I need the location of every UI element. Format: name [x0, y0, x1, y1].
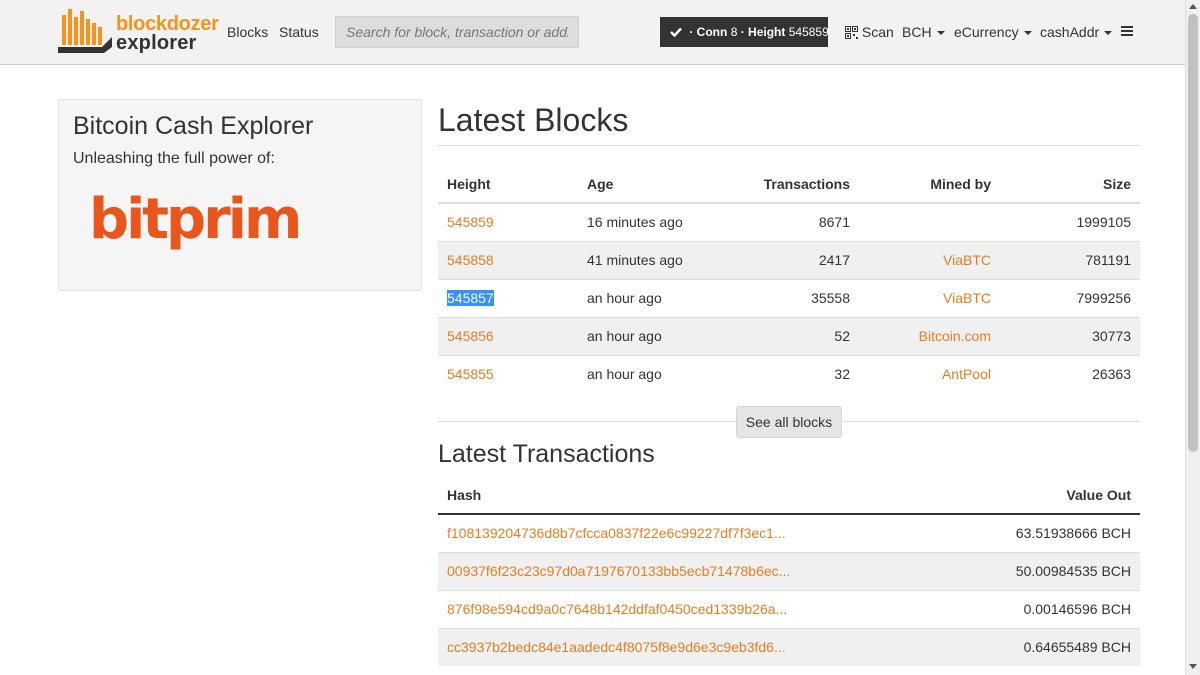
bitprim-logo-text: bitprim	[89, 188, 299, 252]
tx-hash-link[interactable]: 876f98e594cd9a0c7648b142ddfaf0450ced1339…	[447, 601, 787, 617]
block-tx-count: 35558	[811, 290, 850, 306]
block-size: 7999256	[1076, 290, 1131, 306]
table-row: f108139204736d8b7cfcca0837f22e6c99227df7…	[438, 514, 1140, 552]
block-size: 30773	[1092, 328, 1131, 344]
table-row: 545858 41 minutes ago 2417 ViaBTC 781191	[438, 241, 1140, 279]
table-row: 00937f6f23c23c97d0a7197670133bb5ecb71478…	[438, 552, 1140, 590]
bitprim-logo[interactable]: bitprim	[89, 188, 299, 256]
nav-status-link[interactable]: Status	[279, 24, 319, 40]
block-tx-count: 2417	[818, 252, 850, 268]
check-icon	[670, 27, 682, 38]
col-height: Height	[447, 175, 491, 192]
tx-hash-link[interactable]: cc3937b2bedc84e1aadedc4f8075f8e9d6e3c9eb…	[447, 639, 786, 655]
latest-blocks-heading: Latest Blocks	[438, 102, 629, 138]
blockdozer-logo[interactable]: blockdozer explorer	[58, 7, 219, 55]
see-all-blocks-button[interactable]: See all blocks	[736, 406, 842, 438]
tx-value-out: 63.51938666 BCH	[1015, 525, 1131, 542]
table-row: 876f98e594cd9a0c7648b142ddfaf0450ced1339…	[438, 590, 1140, 628]
tx-hash-link[interactable]: f108139204736d8b7cfcca0837f22e6c99227df7…	[447, 525, 786, 541]
block-age: an hour ago	[587, 328, 662, 344]
currency-dropdown[interactable]: eCurrency	[954, 24, 1032, 40]
menu-icon[interactable]	[1121, 26, 1133, 38]
coin-label: BCH	[902, 24, 932, 40]
connection-status-badge: · Conn 8 · Height 545859	[660, 17, 829, 47]
block-height-link[interactable]: 545858	[447, 252, 494, 268]
address-format-dropdown[interactable]: cashAddr	[1040, 24, 1113, 40]
table-row: 545857 an hour ago 35558 ViaBTC 7999256	[438, 279, 1140, 317]
height-label: · Height	[740, 25, 786, 39]
tx-value-out: 0.00146596 BCH	[1023, 601, 1131, 617]
currency-label: eCurrency	[954, 24, 1019, 40]
caret-down-icon	[1023, 31, 1032, 36]
block-height-link[interactable]: 545859	[447, 214, 494, 230]
scroll-down-arrow-icon[interactable]	[1189, 664, 1197, 669]
latest-transactions-heading: Latest Transactions	[438, 440, 655, 468]
table-header-row: Height Age Transactions Mined by Size	[438, 165, 1140, 203]
block-size: 26363	[1092, 366, 1131, 383]
block-age: 16 minutes ago	[587, 214, 683, 231]
table-row: 545856 an hour ago 52 Bitcoin.com 30773	[438, 317, 1140, 355]
scrollbar-thumb[interactable]	[1188, 14, 1198, 452]
table-row: cc3937b2bedc84e1aadedc4f8075f8e9d6e3c9eb…	[438, 628, 1140, 666]
col-transactions: Transactions	[763, 175, 850, 192]
block-miner-link[interactable]: AntPool	[942, 366, 991, 382]
block-size: 1999105	[1076, 214, 1131, 231]
block-miner-link[interactable]: Bitcoin.com	[919, 328, 991, 344]
divider	[438, 145, 1140, 146]
conn-count: 8	[730, 25, 738, 39]
col-age: Age	[587, 175, 614, 192]
table-row: 545859 16 minutes ago 8671 1999105	[438, 203, 1140, 241]
caret-down-icon	[1104, 31, 1113, 36]
caret-down-icon	[936, 31, 945, 36]
card-title: Bitcoin Cash Explorer	[73, 112, 314, 140]
col-mined-by: Mined by	[930, 175, 991, 192]
table-row: 545855 an hour ago 32 AntPool 26363	[438, 355, 1140, 393]
vertical-scrollbar[interactable]	[1185, 0, 1200, 675]
block-age: 41 minutes ago	[587, 252, 683, 268]
tx-value-out: 50.00984535 BCH	[1015, 563, 1131, 579]
block-size: 781191	[1085, 252, 1131, 268]
logo-bars-icon	[58, 9, 112, 53]
explorer-info-card: Bitcoin Cash Explorer Unleashing the ful…	[58, 99, 422, 291]
conn-label: · Conn	[689, 25, 728, 39]
block-tx-count: 8671	[818, 214, 850, 231]
navbar: blockdozer explorer Blocks Status · Conn…	[0, 0, 1185, 65]
block-age: an hour ago	[587, 290, 662, 306]
block-height-link[interactable]: 545856	[447, 328, 494, 344]
scan-button[interactable]: Scan	[845, 24, 894, 40]
col-hash: Hash	[447, 487, 482, 503]
transactions-table: Hash Value Out f108139204736d8b7cfcca083…	[438, 477, 1140, 666]
col-value-out: Value Out	[1066, 487, 1131, 503]
col-size: Size	[1102, 175, 1131, 192]
blocks-table: Height Age Transactions Mined by Size 54…	[438, 165, 1140, 393]
brand-line2: explorer	[116, 32, 197, 54]
scroll-up-arrow-icon[interactable]	[1189, 4, 1197, 9]
card-subtitle: Unleashing the full power of:	[73, 150, 275, 167]
scan-label: Scan	[861, 24, 894, 40]
search-input[interactable]	[335, 16, 579, 48]
block-miner-link[interactable]: ViaBTC	[943, 290, 991, 306]
block-height-link[interactable]: 545857	[447, 290, 494, 306]
table-header-row: Hash Value Out	[438, 477, 1140, 514]
block-tx-count: 32	[834, 366, 850, 383]
tx-value-out: 0.64655489 BCH	[1023, 639, 1131, 656]
nav-blocks-link[interactable]: Blocks	[227, 24, 268, 40]
block-tx-count: 52	[834, 328, 850, 344]
coin-dropdown[interactable]: BCH	[902, 24, 945, 40]
block-height-link[interactable]: 545855	[447, 366, 494, 382]
block-miner-link[interactable]: ViaBTC	[943, 252, 991, 268]
address-format-label: cashAddr	[1040, 24, 1100, 40]
qr-code-icon	[845, 26, 858, 39]
tx-hash-link[interactable]: 00937f6f23c23c97d0a7197670133bb5ecb71478…	[447, 563, 790, 579]
height-value: 545859	[788, 25, 829, 39]
block-age: an hour ago	[587, 366, 662, 383]
